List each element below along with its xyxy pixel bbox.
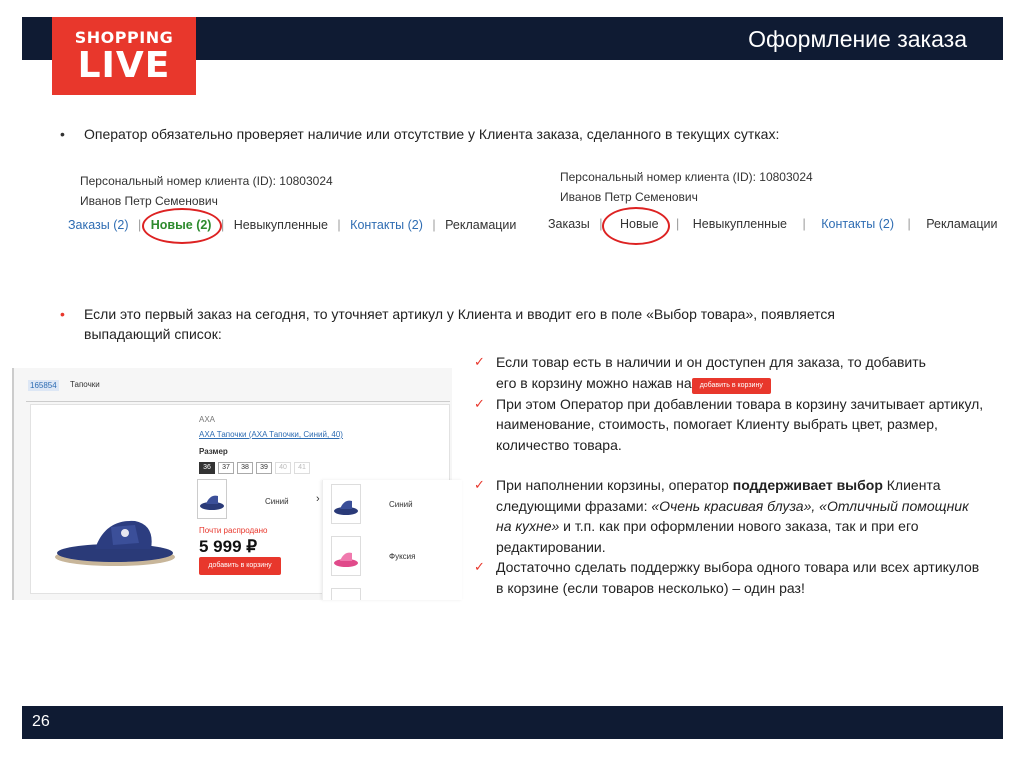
product-brand: AXA [199, 415, 216, 424]
logo-bottom-text: LIVE [77, 45, 171, 86]
tab-separator: | [676, 217, 680, 231]
size-label: Размер [199, 447, 228, 456]
size-option[interactable]: 37 [218, 462, 234, 474]
dropdown-option[interactable]: Синий [389, 500, 413, 509]
dropdown-option[interactable]: Фуксия [389, 552, 415, 561]
color-dropdown: Синий Фуксия [322, 480, 462, 600]
check-item: ✓ При наполнении корзины, оператор подде… [474, 475, 986, 557]
checklist: ✓ Если товар есть в наличии и он доступе… [474, 352, 986, 598]
size-option[interactable]: 39 [256, 462, 272, 474]
dropdown-thumb[interactable] [331, 536, 361, 576]
tab-not-purchased[interactable]: Невыкупленные [693, 217, 787, 231]
client-name: Иванов Петр Семенович [560, 190, 698, 204]
tab-separator: | [802, 217, 806, 231]
page-number: 26 [32, 713, 50, 730]
bullet-dot-icon: • [60, 306, 65, 322]
slipper-image [55, 520, 175, 566]
product-link[interactable]: AXA Тапочки (AXA Тапочки, Синий, 40) [199, 430, 343, 439]
tab-separator: | [907, 217, 911, 231]
tab-separator: | [432, 218, 436, 232]
page-title: Оформление заказа [748, 26, 967, 52]
tab-not-purchased[interactable]: Невыкупленные [234, 218, 328, 232]
search-divider [26, 401, 450, 402]
product-search-screenshot: 165854 Тапочки AXA AXA Тапочки (AXA Тапо… [12, 368, 462, 600]
dropdown-thumb[interactable] [331, 484, 361, 524]
tab-claims[interactable]: Рекламации [926, 217, 997, 231]
search-article-id[interactable]: 165854 [28, 380, 59, 391]
product-price: 5 999 ₽ [199, 537, 258, 556]
check-icon: ✓ [474, 354, 485, 369]
check-text-bold: поддерживает выбор [732, 477, 883, 493]
check-text: Достаточно сделать поддержку выбора одно… [496, 559, 980, 596]
check-item: ✓ Достаточно сделать поддержку выбора од… [474, 557, 986, 598]
selected-color: Синий [265, 497, 289, 506]
check-item: ✓ Если товар есть в наличии и он доступе… [474, 352, 986, 394]
check-text: Если товар есть в наличии и он доступен … [496, 354, 926, 370]
check-icon: ✓ [474, 559, 485, 574]
tab-contacts[interactable]: Контакты (2) [821, 217, 894, 231]
color-thumb[interactable] [197, 479, 227, 519]
client-id: Персональный номер клиента (ID): 1080302… [80, 174, 333, 188]
bullet-text-line1: Если это первый заказ на сегодня, то уто… [84, 306, 835, 322]
tab-orders[interactable]: Заказы [548, 217, 590, 231]
size-option: 40 [275, 462, 291, 474]
size-option[interactable]: 38 [237, 462, 253, 474]
tab-separator: | [138, 218, 142, 232]
tab-claims[interactable]: Рекламации [445, 218, 516, 232]
check-text: его в корзину можно нажав на [496, 374, 692, 391]
check-text: и т.п. как при оформлении нового заказа,… [496, 518, 919, 555]
tab-separator: | [337, 218, 341, 232]
client-tabs-left: Заказы (2) | Новые (2) | Невыкупленные |… [68, 218, 522, 232]
footer-bar: 26 [22, 706, 1003, 739]
search-query[interactable]: Тапочки [70, 380, 100, 389]
bullet-dot-icon: • [60, 126, 65, 142]
slipper-thumb-icon [200, 495, 224, 510]
highlight-circle [142, 208, 222, 244]
bullet-text-line2: выпадающий список: [84, 326, 222, 342]
highlight-circle [602, 207, 670, 245]
dropdown-thumb[interactable] [331, 588, 361, 600]
add-to-cart-button-example: добавить в корзину [691, 377, 771, 394]
size-option: 41 [294, 462, 310, 474]
client-name: Иванов Петр Семенович [80, 194, 218, 208]
client-id: Персональный номер клиента (ID): 1080302… [560, 170, 813, 184]
tab-orders[interactable]: Заказы (2) [68, 218, 129, 232]
client-info-left: Персональный номер клиента (ID): 1080302… [80, 171, 333, 211]
check-icon: ✓ [474, 477, 485, 492]
bullet-check-orders: • Оператор обязательно проверяет наличие… [60, 124, 984, 144]
slipper-blue-icon [334, 500, 358, 515]
slipper-pink-icon [334, 552, 358, 567]
shopping-live-logo: SHOPPING LIVE [52, 17, 196, 95]
stock-note: Почти распродано [199, 526, 268, 535]
size-selector: 36 37 38 39 40 41 [199, 462, 310, 474]
check-item: ✓ При этом Оператор при добавлении товар… [474, 394, 986, 456]
bullet-text: Оператор обязательно проверяет наличие и… [84, 126, 780, 142]
check-text: При наполнении корзины, оператор [496, 477, 733, 493]
bullet-first-order: • Если это первый заказ на сегодня, то у… [60, 304, 984, 344]
size-option[interactable]: 36 [199, 462, 215, 474]
check-text: При этом Оператор при добавлении товара … [496, 395, 984, 453]
client-info-right: Персональный номер клиента (ID): 1080302… [560, 167, 813, 207]
check-icon: ✓ [474, 395, 485, 411]
tab-contacts[interactable]: Контакты (2) [350, 218, 423, 232]
add-to-cart-button[interactable]: добавить в корзину [199, 557, 281, 575]
chevron-right-icon[interactable]: › [316, 493, 320, 505]
